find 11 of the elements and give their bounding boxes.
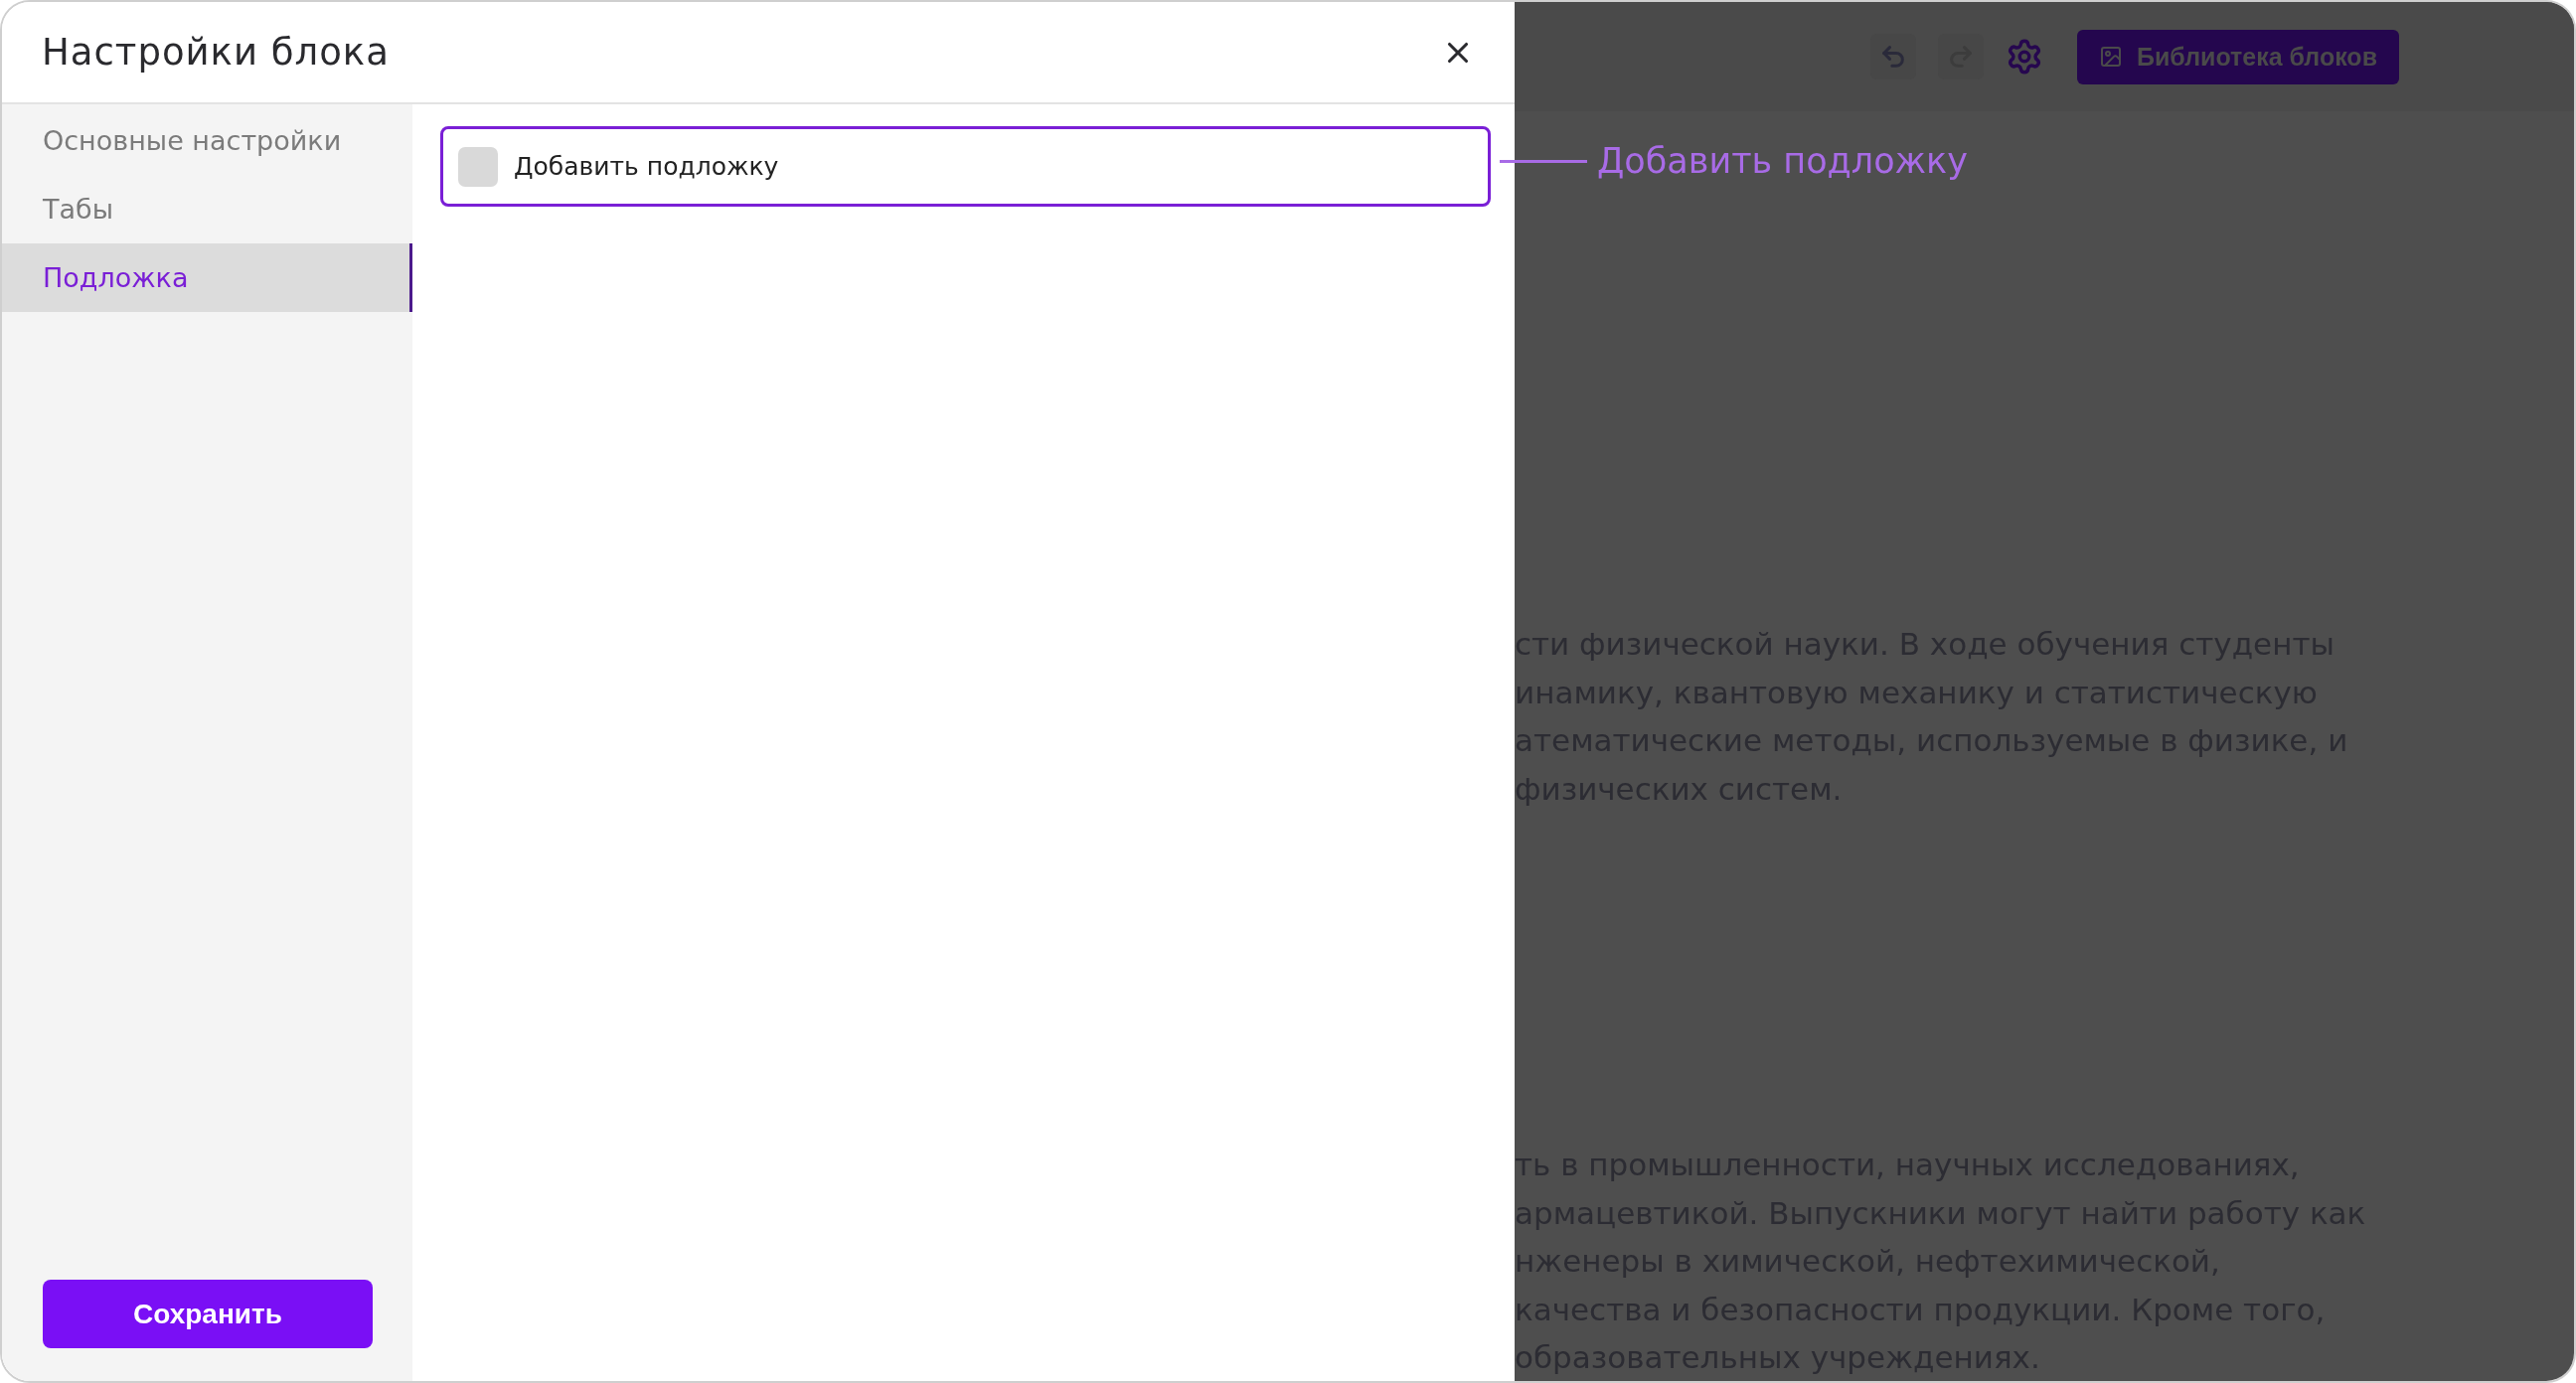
checkbox-row[interactable]: Добавить подложку — [440, 126, 1491, 207]
checkbox[interactable] — [458, 146, 498, 187]
sidebar-item[interactable]: Подложка — [2, 243, 412, 312]
dialog-title: Настройки блока — [42, 31, 390, 74]
settings-icon[interactable] — [2006, 38, 2043, 76]
sidebar-item[interactable]: Табы — [2, 175, 412, 243]
annotation-label: Добавить подложку — [1597, 141, 1968, 181]
save-button[interactable]: Сохранить — [43, 1280, 373, 1348]
image-icon — [2099, 45, 2123, 69]
sidebar-item[interactable]: Основные настройки — [2, 106, 412, 175]
checkbox-label: Добавить подложку — [514, 152, 779, 181]
